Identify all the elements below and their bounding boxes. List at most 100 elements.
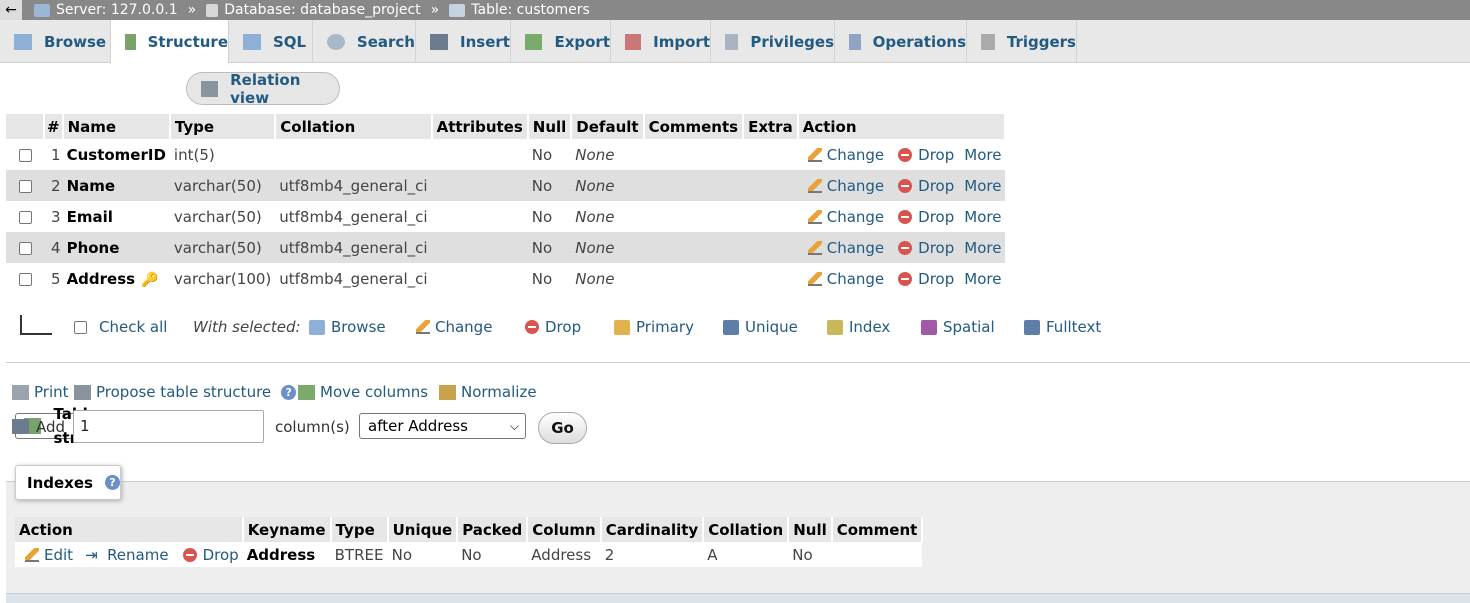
- drop-link[interactable]: Drop: [918, 146, 954, 164]
- indexes-header-row: Action Keyname Type Unique Packed Column…: [15, 517, 924, 542]
- browse-icon: [14, 33, 32, 50]
- tab-structure[interactable]: Structure: [111, 20, 229, 63]
- pencil-icon: [25, 548, 39, 562]
- more-link[interactable]: More: [964, 208, 1001, 226]
- column-collation: utf8mb4_general_ci: [275, 170, 432, 201]
- table-row: 2 Name varchar(50) utf8mb4_general_ci No…: [6, 170, 1006, 201]
- structure-header-row: # Name Type Collation Attributes Null De…: [6, 114, 1007, 139]
- propose-icon: [74, 384, 91, 400]
- row-num: 4: [44, 232, 63, 263]
- tab-privileges[interactable]: Privileges: [711, 20, 835, 63]
- drop-icon: [898, 272, 913, 286]
- breadcrumb-separator: »: [430, 2, 440, 18]
- change-link[interactable]: Change: [827, 177, 884, 195]
- change-link[interactable]: Change: [827, 208, 884, 226]
- column-type: varchar(50): [169, 170, 276, 201]
- with-selected-spatial[interactable]: Spatial: [921, 318, 995, 336]
- with-selected-index[interactable]: Index: [827, 318, 890, 336]
- tab-sql[interactable]: SQL: [229, 20, 313, 63]
- tab-export[interactable]: Export: [511, 20, 611, 63]
- row-checkbox[interactable]: [18, 179, 32, 193]
- tab-search[interactable]: Search: [313, 20, 416, 63]
- with-selected-label: With selected:: [193, 318, 301, 336]
- more-link[interactable]: More: [964, 146, 1001, 164]
- pencil-icon: [416, 320, 430, 334]
- check-all-checkbox[interactable]: [74, 320, 87, 334]
- print-link[interactable]: Print: [12, 380, 69, 404]
- relation-icon: [201, 80, 219, 97]
- drop-link[interactable]: Drop: [918, 177, 954, 195]
- row-checkbox[interactable]: [18, 210, 32, 224]
- tab-triggers[interactable]: Triggers: [967, 20, 1077, 63]
- drop-link[interactable]: Drop: [203, 546, 239, 564]
- tab-browse[interactable]: Browse: [0, 20, 111, 63]
- column-type: int(5): [173, 145, 215, 164]
- header-action: Action: [797, 114, 1007, 139]
- with-selected-unique[interactable]: Unique: [723, 318, 798, 336]
- column-null: No: [531, 269, 553, 288]
- column-type: varchar(50): [169, 232, 276, 263]
- search-icon: [327, 33, 345, 50]
- indexes-table: Action Keyname Type Unique Packed Column…: [15, 517, 924, 567]
- move-columns-link[interactable]: Move columns: [298, 380, 428, 404]
- columns-label: column(s): [275, 417, 350, 436]
- key-icon[interactable]: 🔑: [141, 272, 158, 288]
- column-position-select[interactable]: after Address ⌵: [359, 413, 526, 439]
- pencil-icon: [807, 272, 822, 286]
- with-selected-fulltext[interactable]: Fulltext: [1024, 318, 1101, 336]
- with-selected-browse[interactable]: Browse: [309, 318, 386, 336]
- edit-link[interactable]: Edit: [44, 546, 73, 564]
- print-icon: [12, 384, 29, 400]
- normalize-link[interactable]: Normalize: [439, 380, 537, 404]
- with-selected-change[interactable]: Change: [416, 318, 492, 336]
- row-checkbox[interactable]: [18, 148, 32, 162]
- change-link[interactable]: Change: [827, 146, 884, 164]
- row-checkbox[interactable]: [18, 272, 32, 286]
- relation-view-button[interactable]: Relation view: [186, 71, 340, 107]
- row-checkbox[interactable]: [18, 241, 32, 255]
- add-column-count-input[interactable]: 1: [73, 410, 264, 443]
- change-link[interactable]: Change: [827, 239, 884, 257]
- more-link[interactable]: More: [964, 177, 1001, 195]
- sql-icon: [243, 33, 261, 50]
- drop-link[interactable]: Drop: [918, 208, 954, 226]
- tab-operations[interactable]: Operations: [835, 20, 967, 63]
- tab-import[interactable]: Import: [611, 20, 711, 63]
- header-attributes: Attributes: [431, 114, 529, 139]
- help-icon[interactable]: ?: [104, 475, 120, 490]
- more-link[interactable]: More: [964, 239, 1001, 257]
- with-selected-primary[interactable]: Primary: [614, 318, 694, 336]
- browse-icon: [309, 319, 325, 335]
- row-num: 2: [44, 170, 63, 201]
- breadcrumb-server[interactable]: Server: 127.0.0.1: [34, 2, 178, 18]
- help-icon[interactable]: ?: [281, 384, 297, 400]
- back-arrow-icon[interactable]: ←: [0, 0, 22, 20]
- chevron-down-icon: ⌵: [509, 419, 519, 433]
- index-cardinality: 2: [600, 542, 704, 567]
- triggers-icon: [981, 33, 995, 50]
- with-selected-drop[interactable]: Drop: [525, 318, 581, 336]
- more-link[interactable]: More: [964, 270, 1001, 288]
- index-packed: No: [457, 542, 528, 567]
- table-row: 3 Email varchar(50) utf8mb4_general_ci N…: [6, 201, 1005, 232]
- column-default: None: [575, 207, 615, 226]
- insert-icon: [430, 33, 448, 50]
- rename-icon: ⇥: [85, 545, 98, 564]
- row-num: 3: [51, 207, 61, 226]
- tab-insert[interactable]: Insert: [416, 20, 511, 63]
- column-default: None: [571, 170, 644, 201]
- rename-link[interactable]: Rename: [107, 546, 169, 564]
- breadcrumb-table[interactable]: Table: customers: [449, 2, 590, 18]
- change-link[interactable]: Change: [827, 270, 884, 288]
- structure-table: # Name Type Collation Attributes Null De…: [6, 114, 1007, 294]
- check-all-label[interactable]: Check all: [99, 318, 167, 336]
- drop-link[interactable]: Drop: [918, 239, 954, 257]
- go-button[interactable]: Go: [538, 412, 587, 444]
- drop-link[interactable]: Drop: [918, 270, 954, 288]
- propose-structure-link[interactable]: Propose table structure?: [74, 380, 297, 404]
- structure-icon: [125, 33, 136, 50]
- drop-icon: [898, 241, 913, 255]
- breadcrumb: ← Server: 127.0.0.1 » Database: database…: [0, 0, 1470, 20]
- wrench-icon: [849, 33, 861, 50]
- breadcrumb-database[interactable]: Database: database_project: [206, 2, 421, 18]
